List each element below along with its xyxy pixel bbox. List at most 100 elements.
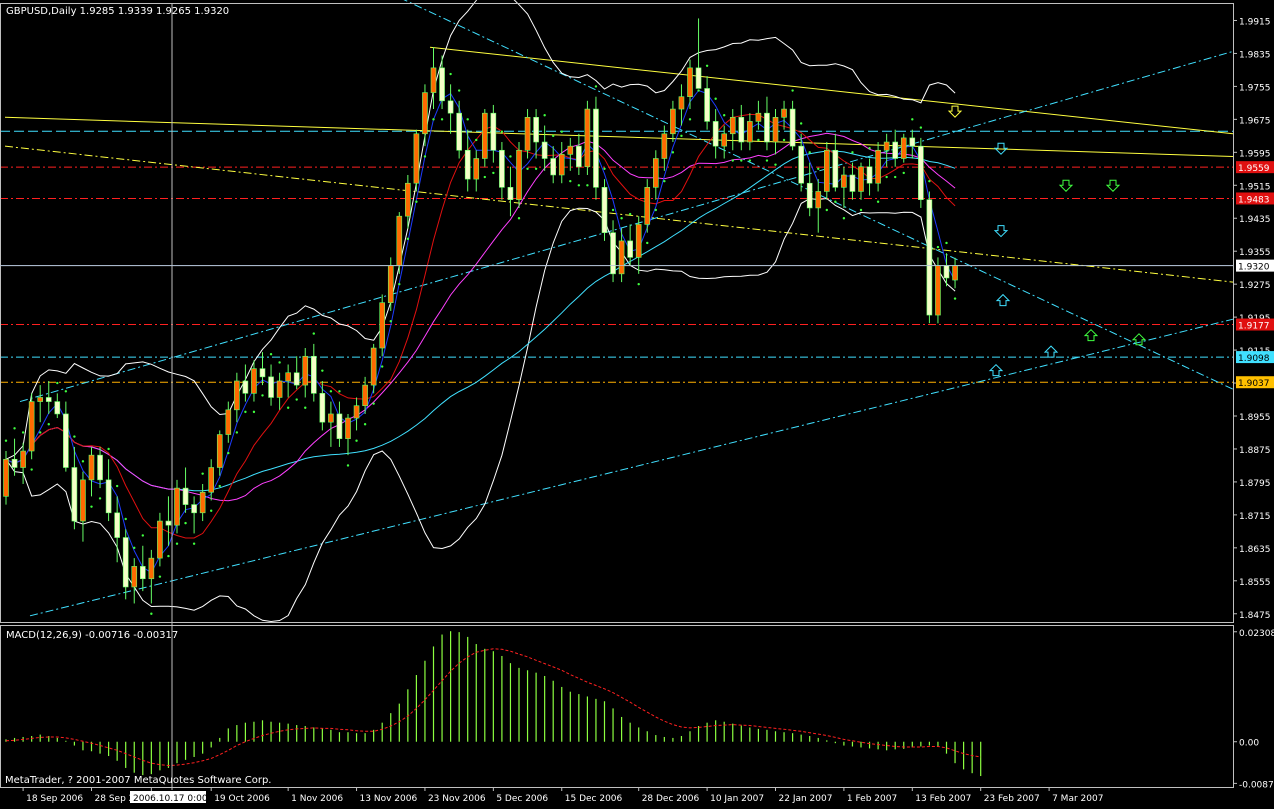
candle-body — [464, 149, 471, 180]
chart-canvas[interactable]: 1.9915 1.9835 1.9755 1.9675 1.9595 1.9515 1.94… — [0, 0, 1274, 805]
candle-body — [447, 100, 454, 114]
psar-dot — [457, 89, 461, 92]
candle-body — [644, 187, 651, 225]
macd-tick-label: -0.00874 — [1239, 780, 1274, 790]
level-badge-label: 1.9177 — [1238, 322, 1270, 332]
candle-body — [131, 566, 138, 588]
copyright-text: MetaTrader, ? 2001-2007 MetaQuotes Softw… — [5, 775, 271, 786]
candle-body — [174, 487, 180, 526]
macd-tick-label: 0.00 — [1239, 739, 1259, 749]
candle-body — [849, 174, 856, 192]
candle-body — [704, 88, 710, 122]
psar-dot — [115, 484, 119, 488]
psar-dot — [321, 369, 324, 372]
candle-body — [302, 355, 309, 386]
psar-dot — [286, 406, 290, 409]
candle-body — [370, 347, 377, 386]
candle-body — [225, 409, 232, 435]
candle-body — [122, 537, 129, 588]
candle-body — [729, 117, 736, 135]
psar-dot — [534, 167, 538, 170]
candle-body — [601, 187, 608, 233]
symbol-header: GBPUSD,Daily 1.9285 1.9339 1.9265 1.9320 — [6, 6, 229, 17]
candle-body — [191, 504, 197, 514]
psar-dot — [483, 175, 486, 179]
psar-dot — [346, 464, 350, 467]
psar-dot — [808, 151, 811, 154]
candle-body — [199, 491, 206, 514]
psar-dot — [423, 155, 427, 158]
psar-dot — [603, 167, 606, 170]
price-tick-label: 1.9675 — [1239, 116, 1271, 126]
psar-dot — [817, 167, 820, 170]
time-tick-label: 22 Jan 2007 — [779, 794, 833, 804]
psar-dot — [73, 435, 76, 438]
candle-body — [558, 154, 565, 176]
candle-body — [97, 454, 103, 481]
psar-dot — [851, 151, 854, 154]
candle-body — [900, 137, 907, 159]
psar-dot — [201, 472, 204, 475]
candle-body — [182, 487, 189, 505]
candle-body — [533, 117, 539, 143]
psar-dot — [167, 554, 170, 558]
candle-body — [516, 149, 522, 200]
candle-body — [63, 413, 69, 468]
psar-dot — [141, 534, 144, 537]
macd-title: MACD(12,26,9) -0.00716 -0.00317 — [6, 630, 178, 641]
candle-body — [909, 137, 916, 147]
psar-dot — [945, 241, 948, 245]
psar-dot — [81, 460, 85, 463]
candle-body — [481, 112, 488, 159]
price-tick-label: 1.8635 — [1239, 545, 1271, 555]
price-tick-label: 1.9515 — [1239, 182, 1271, 192]
price-tick-label: 1.9835 — [1239, 50, 1271, 60]
psar-dot — [389, 320, 392, 323]
price-tick-label: 1.9355 — [1239, 248, 1271, 258]
price-tick-label: 1.9755 — [1239, 83, 1271, 93]
candle-body — [216, 434, 223, 468]
psar-dot — [21, 431, 25, 434]
psar-dot — [175, 542, 179, 545]
candle-body — [935, 265, 941, 316]
psar-dot — [517, 217, 521, 220]
psar-dot — [825, 208, 828, 212]
candle-body — [781, 108, 787, 118]
psar-dot — [894, 175, 897, 179]
candle-body — [242, 380, 249, 394]
psar-dot — [278, 361, 281, 364]
psar-dot — [47, 423, 50, 426]
psar-dot — [885, 175, 888, 179]
time-tick-label: 28 Dec 2006 — [642, 794, 700, 804]
psar-dot — [432, 118, 435, 121]
price-tick-label: 1.9435 — [1239, 215, 1271, 225]
candle-body — [439, 67, 445, 102]
psar-dot — [406, 237, 410, 241]
candle-body — [806, 182, 813, 209]
candle-body — [3, 458, 9, 497]
time-tick-label: 1 Feb 2007 — [847, 794, 897, 804]
psar-dot — [654, 208, 657, 212]
candle-body — [841, 174, 847, 188]
chart-window[interactable]: 1.9915 1.9835 1.9755 1.9675 1.9595 1.9515 1.94… — [0, 0, 1274, 805]
candle-body — [157, 520, 163, 559]
psar-dot — [757, 138, 760, 142]
time-tick-label: 23 Feb 2007 — [984, 794, 1040, 804]
psar-dot — [492, 171, 495, 175]
candle-body — [319, 393, 326, 423]
time-tick-label: 19 Oct 2006 — [214, 794, 270, 804]
psar-dot — [902, 171, 905, 175]
psar-dot — [552, 134, 555, 138]
candle-body — [456, 112, 462, 151]
candle-body — [165, 520, 172, 526]
psar-dot — [697, 89, 700, 92]
psar-dot — [107, 447, 110, 451]
candle-body — [379, 302, 386, 349]
psar-dot — [449, 72, 452, 76]
psar-dot — [355, 439, 358, 442]
candle-body — [310, 355, 317, 394]
candle-body — [54, 401, 61, 415]
psar-dot — [560, 130, 563, 133]
candle-body — [71, 467, 78, 522]
candle-body — [952, 265, 958, 281]
